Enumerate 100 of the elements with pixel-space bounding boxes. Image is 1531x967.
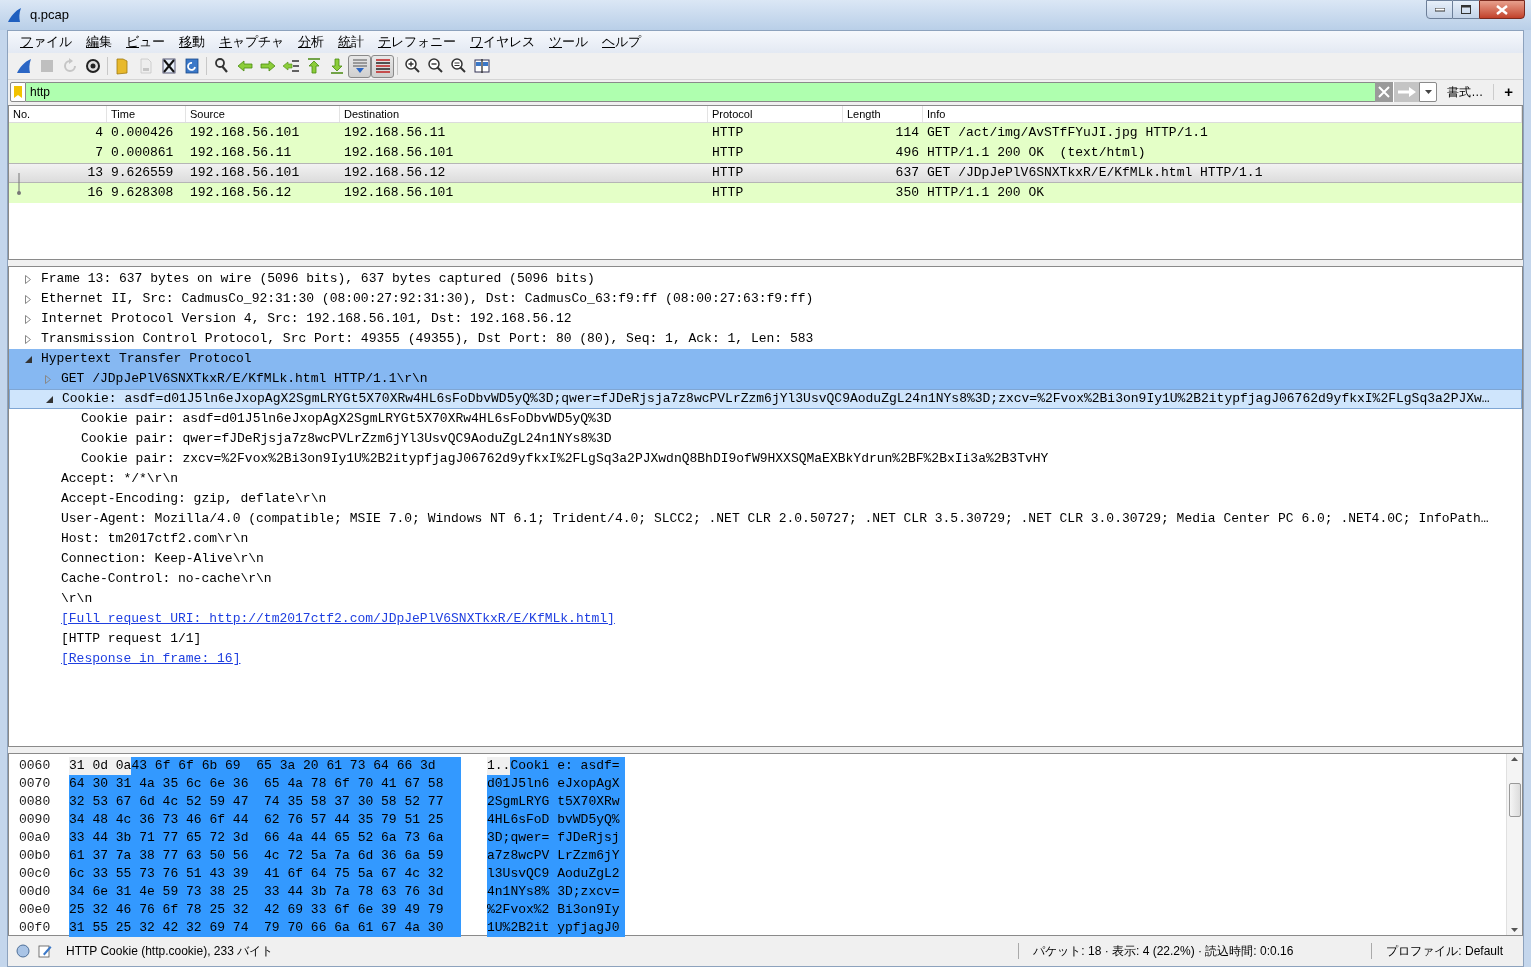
tree-item[interactable]: Cache-Control: no-cache\r\n: [61, 569, 272, 589]
offset-text: 00a0: [18, 829, 52, 848]
table-cell-text: HTTP/1.1 200 OK: [926, 184, 1046, 203]
arrow-left-icon: [235, 57, 254, 75]
ascii-text: 1..: [487, 757, 511, 775]
triangle-icon[interactable]: [25, 355, 32, 363]
packet-row[interactable]: 4 0.000426 192.168.56.101 192.168.56.11 HTTP 114 GET /act/img/AvSTfFYuJI.jpg HTTP/1.1: [9, 123, 1522, 143]
ascii-text: 3D;qwer= fJDeRjsj: [487, 829, 625, 847]
hex-bytes: 34 48 4c 36 73 46 6f 44 62 76 57 44 35 79 51 25: [69, 811, 461, 829]
fin-icon: [14, 57, 33, 75]
table-cell-text: 192.168.56.12: [343, 164, 447, 183]
tree-item[interactable]: Internet Protocol Version 4, Src: 192.168.56.101, Dst: 192.168.56.12: [41, 309, 572, 329]
tree-item[interactable]: Cookie pair: asdf=d01J5ln6eJxopAgX2SgmLRYGt5X70XRw4HL6sFoDbvWD5yQ%3D: [81, 409, 612, 429]
maximize-button[interactable]: [1453, 0, 1479, 19]
add-button[interactable]: +: [1500, 80, 1517, 104]
hex-bytes: 31 55 25 32 42 32 69 74 79 70 66 6a 61 67 4a 30: [69, 919, 461, 937]
table-cell-text: 0.000426: [110, 124, 175, 143]
toolbar-button[interactable]: [371, 54, 394, 78]
format-button[interactable]: 書式…: [1443, 83, 1488, 101]
reload-icon: [182, 57, 201, 75]
column-header[interactable]: Info: [923, 106, 1522, 122]
menu-item[interactable]: テレフォニー: [372, 32, 462, 52]
tree-item[interactable]: Cookie pair: qwer=fJDeRjsja7z8wcPVLrZzm6jYl3UsvQC9AoduZgL24n1NYs8%3D: [81, 429, 612, 449]
hex-bytes: 6c 33 55 73 76 51 43 39 41 6f 64 75 5a 67 4c 32: [69, 865, 461, 883]
hex-bytes: 25 32 46 76 6f 78 25 32 42 69 33 6f 6e 39 49 79: [69, 901, 461, 919]
tree-item[interactable]: Accept-Encoding: gzip, deflate\r\n: [61, 489, 327, 509]
offset-text: 00c0: [18, 865, 52, 884]
table-cell-text: 192.168.56.101: [343, 144, 455, 163]
ascii-text: d01J5ln6 eJxopAgX: [487, 775, 625, 793]
table-cell-text: 192.168.56.12: [189, 184, 293, 203]
column-header[interactable]: Source: [186, 106, 340, 122]
tree-item[interactable]: User-Agent: Mozilla/4.0 (compatible; MSIE 7.0; Windows NT 6.1; Trident/4.0; SLCC2; .NET CLR 2.0.50727; .NET CLR 3.5.30729; .NET CLR 3.0.30729; Media Center PC 6.0; .NET4.0C; InfoPath…: [61, 509, 1489, 529]
tree-item[interactable]: Connection: Keep-Alive\r\n: [61, 549, 264, 569]
packet-row[interactable]: 16 9.628308 192.168.56.12 192.168.56.101 HTTP 350 HTTP/1.1 200 OK: [9, 183, 1522, 203]
tree-item[interactable]: [HTTP request 1/1]: [61, 629, 202, 649]
link[interactable]: [Response in frame: 16]: [61, 649, 241, 669]
menu-item[interactable]: 編集: [80, 32, 118, 52]
highlighted-row[interactable]: GET /JDpJePlV6SNXTkxR/E/KfMLk.html HTTP/1.1\r\n: [9, 369, 1522, 389]
triangle-icon[interactable]: [46, 395, 53, 403]
tree-item[interactable]: Hypertext Transfer Protocol: [41, 349, 252, 369]
tree-item[interactable]: Cookie pair: zxcv=%2Fvox%2Bi3on9Iy1U%2B2itypfjagJ06762d9yfkxI%2FLgSq3a2PJXwdnQ8BhDI9ofW9HXXSQMaEXBkYdrun%2BF%2BxIi3a%2B3TvHY: [81, 449, 1049, 469]
column-header[interactable]: Destination: [340, 106, 708, 122]
dropdown-button[interactable]: [1419, 82, 1438, 102]
tree-item[interactable]: \r\n: [61, 589, 93, 609]
ascii-text: 4HL6sFoD bvWD5yQ%: [487, 811, 625, 829]
arrow-right-icon: [1397, 87, 1416, 97]
tree-item[interactable]: Accept: */*\r\n: [61, 469, 179, 489]
tree-item[interactable]: Ethernet II, Src: CadmusCo_92:31:30 (08:00:27:92:31:30), Dst: CadmusCo_63:f9:ff (08:00:27:63:f9:ff): [41, 289, 814, 309]
table-cell-text: 7: [94, 144, 104, 163]
table-cell-text: 192.168.56.101: [189, 124, 301, 143]
zoom-out-icon: [426, 57, 445, 75]
column-header[interactable]: Time: [107, 106, 186, 122]
menu-item[interactable]: キャプチャ: [213, 32, 290, 52]
scroll-thumb[interactable]: [1508, 782, 1521, 817]
column-header[interactable]: No.: [9, 106, 107, 122]
table-cell-text: 9.626559: [110, 164, 175, 183]
status-circle-icon[interactable]: [16, 944, 30, 958]
offset-text: 00f0: [18, 919, 52, 938]
hex-bytes: 43 6f 6f 6b 69 65 3a 20 61 73 64 66 3d: [131, 757, 461, 775]
packet-row[interactable]: 13 9.626559 192.168.56.101 192.168.56.12 HTTP 637 GET /JDpJePlV6SNXTkxR/E/KfMLk.html HTTP/1.1: [9, 163, 1522, 183]
menu-item[interactable]: ファイル: [14, 32, 78, 52]
menu-item[interactable]: 分析: [292, 32, 330, 52]
zoom-icon: [449, 57, 468, 75]
tree-item[interactable]: Transmission Control Protocol, Src Port: 49355 (49355), Dst Port: 80 (80), Seq: 1, Ack: 1, Len: 583: [41, 329, 814, 349]
column-header[interactable]: Protocol: [708, 106, 843, 122]
tree-item[interactable]: Frame 13: 637 bytes on wire (5096 bits), 637 bytes captured (5096 bits): [41, 269, 595, 289]
ascii-text: Cooki e: asdf=: [510, 757, 625, 775]
highlighted-row[interactable]: Hypertext Transfer Protocol: [9, 349, 1522, 369]
table-cell-text: HTTP: [711, 124, 745, 143]
table-cell-text: 4: [94, 124, 104, 143]
table-cell-text: 496: [894, 144, 920, 163]
table-cell-text: HTTP: [711, 164, 745, 183]
edit-icon[interactable]: [38, 944, 52, 958]
table-cell-text: 9.628308: [110, 184, 175, 203]
ascii-text: 1U%2B2it ypfjagJ0: [487, 919, 625, 937]
lines-icon: [373, 57, 392, 75]
hex-bytes: 64 30 31 4a 35 6c 6e 36 65 4a 78 6f 70 41 67 58: [69, 775, 461, 793]
menu-item[interactable]: ワイヤレス: [464, 32, 541, 52]
hex-bytes: 61 37 7a 38 77 63 50 56 4c 72 5a 7a 6d 36 6a 59: [69, 847, 461, 865]
clear-button[interactable]: [1375, 82, 1394, 102]
fin-icon: [6, 7, 22, 23]
packet-row[interactable]: 7 0.000861 192.168.56.11 192.168.56.101 HTTP 496 HTTP/1.1 200 OK (text/html): [9, 143, 1522, 163]
link[interactable]: [Full request URI: http://tm2017ctf2.com/JDpJePlV6SNXTkxR/E/KfMLk.html]: [61, 609, 615, 629]
tree-item[interactable]: Host: tm2017ctf2.com\r\n: [61, 529, 249, 549]
arrow-down-icon: [1511, 928, 1518, 932]
menu-item[interactable]: ビュー: [120, 32, 171, 52]
menu-item[interactable]: ツール: [543, 32, 594, 52]
table-cell-text: HTTP/1.1 200 OK (text/html): [926, 144, 1147, 163]
scrollbar[interactable]: [1506, 754, 1522, 935]
menu-item[interactable]: 統計: [332, 32, 370, 52]
close-button[interactable]: [1479, 0, 1525, 19]
tree-item[interactable]: GET /JDpJePlV6SNXTkxR/E/KfMLk.html HTTP/1.1\r\n: [61, 369, 428, 389]
menu-item[interactable]: ヘルプ: [596, 32, 647, 52]
filter-field[interactable]: http: [26, 82, 1376, 102]
menu-item[interactable]: 移動: [173, 32, 211, 52]
table-cell-text: 13: [86, 164, 104, 183]
ascii-text: %2Fvox%2 Bi3on9Iy: [487, 901, 625, 919]
hex-bytes: 33 44 3b 71 77 65 72 3d 66 4a 44 65 52 6a 73 6a: [69, 829, 461, 847]
bookmark-button[interactable]: [10, 82, 26, 102]
column-header[interactable]: Length: [843, 106, 923, 122]
